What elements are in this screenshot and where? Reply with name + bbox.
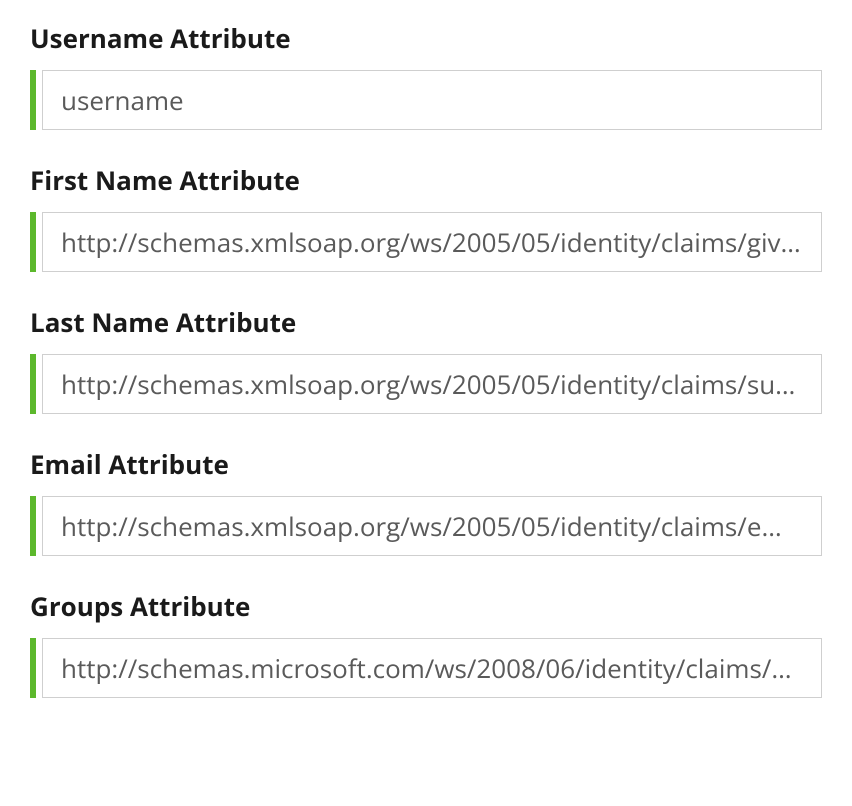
last-name-attribute-label: Last Name Attribute xyxy=(30,304,822,340)
first-name-attribute-label: First Name Attribute xyxy=(30,162,822,198)
input-wrapper xyxy=(30,638,822,698)
input-wrapper xyxy=(30,70,822,130)
username-attribute-group: Username Attribute xyxy=(30,20,822,130)
first-name-attribute-group: First Name Attribute xyxy=(30,162,822,272)
username-attribute-label: Username Attribute xyxy=(30,20,822,56)
email-attribute-group: Email Attribute xyxy=(30,446,822,556)
input-wrapper xyxy=(30,354,822,414)
email-attribute-label: Email Attribute xyxy=(30,446,822,482)
email-attribute-input[interactable] xyxy=(42,496,822,556)
first-name-attribute-input[interactable] xyxy=(42,212,822,272)
groups-attribute-input[interactable] xyxy=(42,638,822,698)
input-wrapper xyxy=(30,496,822,556)
last-name-attribute-group: Last Name Attribute xyxy=(30,304,822,414)
groups-attribute-label: Groups Attribute xyxy=(30,588,822,624)
username-attribute-input[interactable] xyxy=(42,70,822,130)
last-name-attribute-input[interactable] xyxy=(42,354,822,414)
input-wrapper xyxy=(30,212,822,272)
groups-attribute-group: Groups Attribute xyxy=(30,588,822,698)
